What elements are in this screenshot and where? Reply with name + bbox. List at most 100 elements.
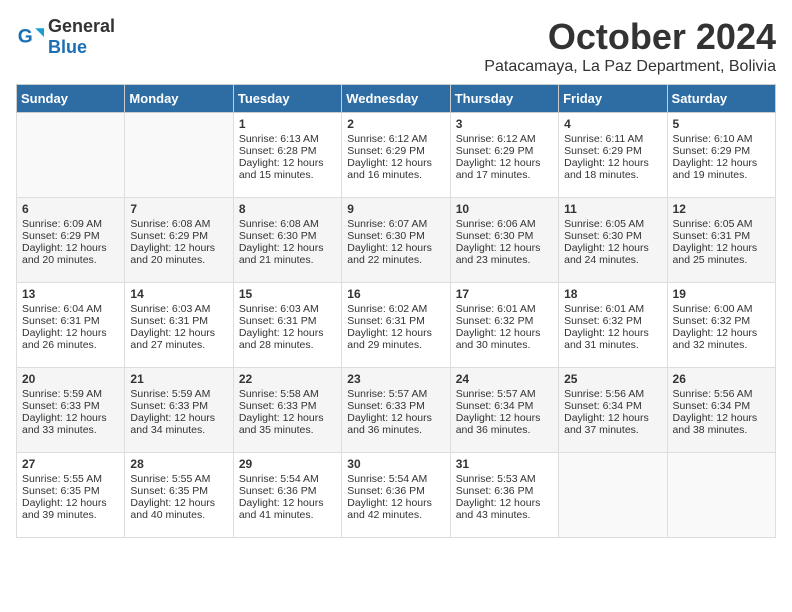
calendar-cell: 6Sunrise: 6:09 AMSunset: 6:29 PMDaylight…: [17, 198, 125, 283]
svg-text:G: G: [18, 26, 33, 47]
daylight-text: Daylight: 12 hours and 24 minutes.: [564, 242, 661, 266]
sunset-text: Sunset: 6:30 PM: [239, 230, 336, 242]
logo-blue: Blue: [48, 37, 87, 57]
daylight-text: Daylight: 12 hours and 28 minutes.: [239, 327, 336, 351]
daylight-text: Daylight: 12 hours and 31 minutes.: [564, 327, 661, 351]
page-header: G General Blue October 2024 Patacamaya, …: [16, 16, 776, 76]
sunset-text: Sunset: 6:31 PM: [130, 315, 227, 327]
title-area: October 2024 Patacamaya, La Paz Departme…: [484, 16, 776, 76]
calendar-cell: 12 Sunrise: 6:05 AMSunset: 6:31 PMDayligh…: [667, 198, 775, 283]
calendar-cell: 1Sunrise: 6:13 AMSunset: 6:28 PMDaylight…: [233, 113, 341, 198]
day-number: 9: [347, 202, 444, 216]
sunrise-text: Sunrise: 6:05 AM: [564, 218, 661, 230]
daylight-text: Daylight: 12 hours and 41 minutes.: [239, 497, 336, 521]
daylight-text: Daylight: 12 hours and 32 minutes.: [673, 327, 770, 351]
sunset-text: Sunset: 6:34 PM: [673, 400, 770, 412]
day-number: 5: [673, 117, 770, 131]
calendar-cell: 17Sunrise: 6:01 AMSunset: 6:32 PMDayligh…: [450, 283, 558, 368]
sunrise-text: Sunrise: 6:03 AM: [130, 303, 227, 315]
sunrise-text: Sunrise: 6:06 AM: [456, 218, 553, 230]
sunset-text: Sunset: 6:32 PM: [456, 315, 553, 327]
calendar-cell: 9Sunrise: 6:07 AMSunset: 6:30 PMDaylight…: [342, 198, 450, 283]
calendar-cell: 26Sunrise: 5:56 AMSunset: 6:34 PMDayligh…: [667, 368, 775, 453]
day-number: 13: [22, 287, 119, 301]
calendar-cell: 18Sunrise: 6:01 AMSunset: 6:32 PMDayligh…: [559, 283, 667, 368]
sunset-text: Sunset: 6:29 PM: [564, 145, 661, 157]
sunrise-text: Sunrise: 6:00 AM: [673, 303, 770, 315]
daylight-text: Daylight: 12 hours and 40 minutes.: [130, 497, 227, 521]
daylight-text: Daylight: 12 hours and 18 minutes.: [564, 157, 661, 181]
sunset-text: Sunset: 6:30 PM: [564, 230, 661, 242]
daylight-text: Daylight: 12 hours and 37 minutes.: [564, 412, 661, 436]
sunset-text: Sunset: 6:33 PM: [239, 400, 336, 412]
daylight-text: Daylight: 12 hours and 27 minutes.: [130, 327, 227, 351]
calendar-cell: 21Sunrise: 5:59 AMSunset: 6:33 PMDayligh…: [125, 368, 233, 453]
daylight-text: Daylight: 12 hours and 38 minutes.: [673, 412, 770, 436]
sunrise-text: Sunrise: 6:01 AM: [456, 303, 553, 315]
calendar-week-2: 6Sunrise: 6:09 AMSunset: 6:29 PMDaylight…: [17, 198, 776, 283]
sunset-text: Sunset: 6:33 PM: [347, 400, 444, 412]
calendar-cell: 29Sunrise: 5:54 AMSunset: 6:36 PMDayligh…: [233, 453, 341, 538]
logo-icon: G: [16, 23, 44, 51]
sunrise-text: Sunrise: 6:01 AM: [564, 303, 661, 315]
calendar-cell: 27Sunrise: 5:55 AMSunset: 6:35 PMDayligh…: [17, 453, 125, 538]
sunrise-text: Sunrise: 5:59 AM: [22, 388, 119, 400]
daylight-text: Daylight: 12 hours and 20 minutes.: [130, 242, 227, 266]
daylight-text: Daylight: 12 hours and 25 minutes.: [673, 242, 770, 266]
day-number: 8: [239, 202, 336, 216]
daylight-text: Daylight: 12 hours and 36 minutes.: [347, 412, 444, 436]
sunset-text: Sunset: 6:29 PM: [347, 145, 444, 157]
day-number: 25: [564, 372, 661, 386]
calendar-cell: 5Sunrise: 6:10 AMSunset: 6:29 PMDaylight…: [667, 113, 775, 198]
calendar-cell: 4Sunrise: 6:11 AMSunset: 6:29 PMDaylight…: [559, 113, 667, 198]
sunrise-text: Sunrise: 6:03 AM: [239, 303, 336, 315]
day-number: 28: [130, 457, 227, 471]
day-number: 4: [564, 117, 661, 131]
day-number: 26: [673, 372, 770, 386]
sunset-text: Sunset: 6:28 PM: [239, 145, 336, 157]
sunset-text: Sunset: 6:32 PM: [673, 315, 770, 327]
calendar-cell: 25Sunrise: 5:56 AMSunset: 6:34 PMDayligh…: [559, 368, 667, 453]
calendar-cell: 28 Sunrise: 5:55 AMSunset: 6:35 PMDayligh…: [125, 453, 233, 538]
daylight-text: Daylight: 12 hours and 33 minutes.: [22, 412, 119, 436]
col-saturday: Saturday: [667, 85, 775, 113]
sunrise-text: Sunrise: 6:08 AM: [239, 218, 336, 230]
calendar-cell: [17, 113, 125, 198]
sunrise-text: Sunrise: 6:02 AM: [347, 303, 444, 315]
day-number: 12: [673, 202, 770, 216]
daylight-text: Daylight: 12 hours and 35 minutes.: [239, 412, 336, 436]
daylight-text: Daylight: 12 hours and 23 minutes.: [456, 242, 553, 266]
calendar-week-1: 1Sunrise: 6:13 AMSunset: 6:28 PMDaylight…: [17, 113, 776, 198]
day-number: 22: [239, 372, 336, 386]
day-number: 30: [347, 457, 444, 471]
day-number: 19: [673, 287, 770, 301]
day-number: 1: [239, 117, 336, 131]
day-number: 31: [456, 457, 553, 471]
sunrise-text: Sunrise: 5:57 AM: [456, 388, 553, 400]
sunset-text: Sunset: 6:29 PM: [456, 145, 553, 157]
calendar-week-5: 27Sunrise: 5:55 AMSunset: 6:35 PMDayligh…: [17, 453, 776, 538]
sunrise-text: Sunrise: 6:12 AM: [456, 133, 553, 145]
sunset-text: Sunset: 6:29 PM: [673, 145, 770, 157]
header-row: Sunday Monday Tuesday Wednesday Thursday…: [17, 85, 776, 113]
logo-text: General Blue: [48, 16, 115, 58]
sunrise-text: Sunrise: 5:55 AM: [130, 473, 227, 485]
calendar-header: Sunday Monday Tuesday Wednesday Thursday…: [17, 85, 776, 113]
sunset-text: Sunset: 6:35 PM: [130, 485, 227, 497]
daylight-text: Daylight: 12 hours and 15 minutes.: [239, 157, 336, 181]
daylight-text: Daylight: 12 hours and 39 minutes.: [22, 497, 119, 521]
daylight-text: Daylight: 12 hours and 19 minutes.: [673, 157, 770, 181]
sunset-text: Sunset: 6:29 PM: [22, 230, 119, 242]
sunrise-text: Sunrise: 5:54 AM: [239, 473, 336, 485]
sunset-text: Sunset: 6:34 PM: [456, 400, 553, 412]
day-number: 3: [456, 117, 553, 131]
calendar-cell: [667, 453, 775, 538]
calendar-week-4: 20Sunrise: 5:59 AMSunset: 6:33 PMDayligh…: [17, 368, 776, 453]
day-number: 14: [130, 287, 227, 301]
day-number: 21: [130, 372, 227, 386]
col-tuesday: Tuesday: [233, 85, 341, 113]
sunset-text: Sunset: 6:31 PM: [673, 230, 770, 242]
sunrise-text: Sunrise: 6:05 AM: [673, 218, 770, 230]
sunset-text: Sunset: 6:31 PM: [22, 315, 119, 327]
daylight-text: Daylight: 12 hours and 20 minutes.: [22, 242, 119, 266]
